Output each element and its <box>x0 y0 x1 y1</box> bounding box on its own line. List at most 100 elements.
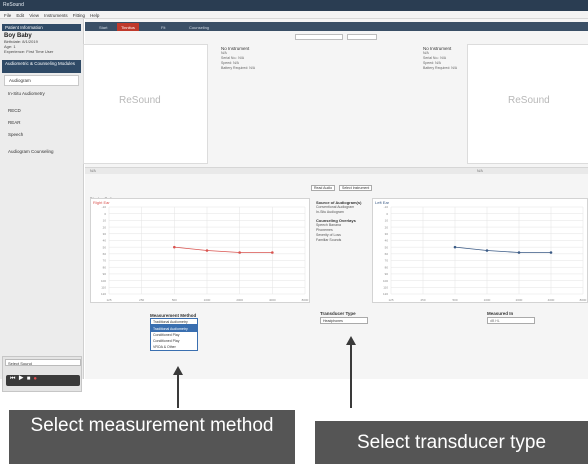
module-rear[interactable]: REAR <box>4 118 79 127</box>
right-ear-label: Right Ear <box>93 200 110 205</box>
x-tick-label: 125 <box>106 298 111 302</box>
y-tick-label: 0 <box>104 212 106 216</box>
patient-experience: Experience: First Time User <box>4 49 54 54</box>
y-tick-label: 50 <box>385 245 389 249</box>
tab-strip: Start Tinnitus Fit Counseling <box>85 22 588 31</box>
module-audiogram-counseling[interactable]: Audiogram Counseling <box>4 147 79 156</box>
module-recd[interactable]: RECD <box>4 106 79 115</box>
y-tick-label: 80 <box>385 265 389 269</box>
y-tick-label: 20 <box>103 225 107 229</box>
y-tick-label: 100 <box>383 279 388 283</box>
device-card-left: ReSound <box>83 44 208 164</box>
x-tick-label: 8000 <box>580 298 587 302</box>
left-ear-chart[interactable]: Left Ear -10 0 10 20 30 40 50 60 70 80 90 100 110 120… <box>372 198 588 303</box>
status-right: N/A <box>477 169 483 173</box>
module-audiogram[interactable]: Audiogram <box>4 75 79 86</box>
y-tick-label: 70 <box>103 259 107 263</box>
y-tick-label: 90 <box>103 272 107 276</box>
y-tick-label: 40 <box>385 239 389 243</box>
measured-in-select[interactable]: dB HL <box>487 317 535 324</box>
x-tick-label: 1000 <box>204 298 211 302</box>
toolbar-select-left[interactable] <box>295 34 343 40</box>
y-tick-label: 30 <box>385 232 389 236</box>
tab-start[interactable]: Start <box>95 23 111 31</box>
y-tick-label: 70 <box>385 259 389 263</box>
x-tick-label: 250 <box>139 298 144 302</box>
device-info-left: No Instrument N/A Serial No.: N/A Speed:… <box>221 46 331 71</box>
y-tick-label: 50 <box>103 245 107 249</box>
y-tick-label: 80 <box>103 265 107 269</box>
x-tick-label: 2000 <box>516 298 523 302</box>
left-ear-plot: -10 0 10 20 30 40 50 60 70 80 90 100 110 120125 250 500… <box>383 205 587 302</box>
menu-file[interactable]: File <box>4 13 11 18</box>
module-in-situ-audiometry[interactable]: In-Situ Audiometry <box>4 89 79 98</box>
patient-info-header[interactable]: Patient Information <box>2 24 81 31</box>
y-tick-label: 10 <box>103 219 107 223</box>
x-tick-label: 4000 <box>548 298 555 302</box>
menu-instruments[interactable]: Instruments <box>44 13 68 18</box>
menu-help[interactable]: Help <box>90 13 99 18</box>
sidebar: Patient Information Boy Baby Birthdate: … <box>0 19 84 392</box>
data-point[interactable] <box>549 251 553 254</box>
right-ear-plot: -10 0 10 20 30 40 50 60 70 80 90 100 110 120125 250 500… <box>101 205 309 302</box>
status-bar: N/A N/A <box>85 167 588 174</box>
patient-info: Boy Baby Birthdate: 8/1/2019 Age: 1 Expe… <box>4 33 79 54</box>
resound-logo-left: ReSound <box>119 95 161 106</box>
menu-fitting[interactable]: Fitting <box>73 13 85 18</box>
y-tick-label: 90 <box>385 272 389 276</box>
tab-fit[interactable]: Fit <box>157 23 169 31</box>
data-point[interactable] <box>517 251 521 254</box>
x-tick-label: 4000 <box>269 298 276 302</box>
data-point[interactable] <box>453 245 457 249</box>
callout-measurement-method: Select measurement method <box>9 410 295 464</box>
module-speech[interactable]: Speech <box>4 130 79 139</box>
y-tick-label: 110 <box>101 286 106 290</box>
x-tick-label: 2000 <box>236 298 243 302</box>
data-point[interactable] <box>485 249 489 252</box>
measurement-option[interactable]: VROA & Other <box>151 344 197 350</box>
menu-edit[interactable]: Edit <box>16 13 24 18</box>
menu-view[interactable]: View <box>29 13 39 18</box>
arrow-measurement <box>177 374 179 408</box>
y-tick-label: 30 <box>103 232 107 236</box>
y-tick-label: 10 <box>385 219 389 223</box>
x-tick-label: 8000 <box>302 298 309 302</box>
transducer-type-select[interactable]: Headphones <box>320 317 368 324</box>
data-point[interactable] <box>238 251 241 254</box>
data-point[interactable] <box>271 251 274 254</box>
right-ear-chart[interactable]: Right Ear -10 0 10 20 30 40 50 60 70 80 90 100 110 12… <box>90 198 310 303</box>
title-bar: ReSound <box>0 0 588 11</box>
y-tick-label: -10 <box>102 205 107 209</box>
y-tick-label: 20 <box>385 225 389 229</box>
playback-controls[interactable]: ⏮▶■● <box>6 375 80 386</box>
y-tick-label: 120 <box>101 292 106 296</box>
record-icon[interactable]: ● <box>33 376 40 382</box>
x-tick-label: 500 <box>172 298 177 302</box>
y-tick-label: 100 <box>101 279 106 283</box>
transducer-type-label: Transducer Type <box>320 311 356 316</box>
sound-select[interactable]: Select Sound <box>5 359 81 366</box>
read-audio-button[interactable]: Read Audio <box>311 185 336 191</box>
data-point[interactable] <box>205 249 209 252</box>
toolbar-select-right[interactable] <box>347 34 377 40</box>
modules-header[interactable]: Audiometric & Counseling Modules <box>2 60 81 73</box>
tab-counseling[interactable]: Counseling <box>185 23 213 31</box>
arrow-transducer <box>350 344 352 408</box>
overlay-familiar-sounds[interactable]: Familiar Sounds <box>316 238 371 243</box>
status-left: N/A <box>90 169 96 173</box>
source-in-situ[interactable]: In-Situ Audiogram <box>316 210 371 215</box>
measurement-method-select[interactable]: Traditional Audiometry <box>150 318 198 325</box>
audiogram-options: Source of Audiogram(s) Conventional Audi… <box>316 197 371 243</box>
data-point[interactable] <box>173 245 176 249</box>
x-tick-label: 1000 <box>484 298 491 302</box>
y-tick-label: 40 <box>103 239 107 243</box>
y-tick-label: 120 <box>383 292 388 296</box>
callout-transducer-type: Select transducer type <box>315 421 588 464</box>
tab-tinnitus[interactable]: Tinnitus <box>117 23 139 31</box>
left-ear-label: Left Ear <box>375 200 390 205</box>
x-tick-label: 250 <box>420 298 425 302</box>
series-line <box>454 246 551 253</box>
x-tick-label: 125 <box>388 298 393 302</box>
select-instrument-button[interactable]: Select Instrument <box>339 185 373 191</box>
play-icon[interactable]: ▶ <box>18 376 26 382</box>
